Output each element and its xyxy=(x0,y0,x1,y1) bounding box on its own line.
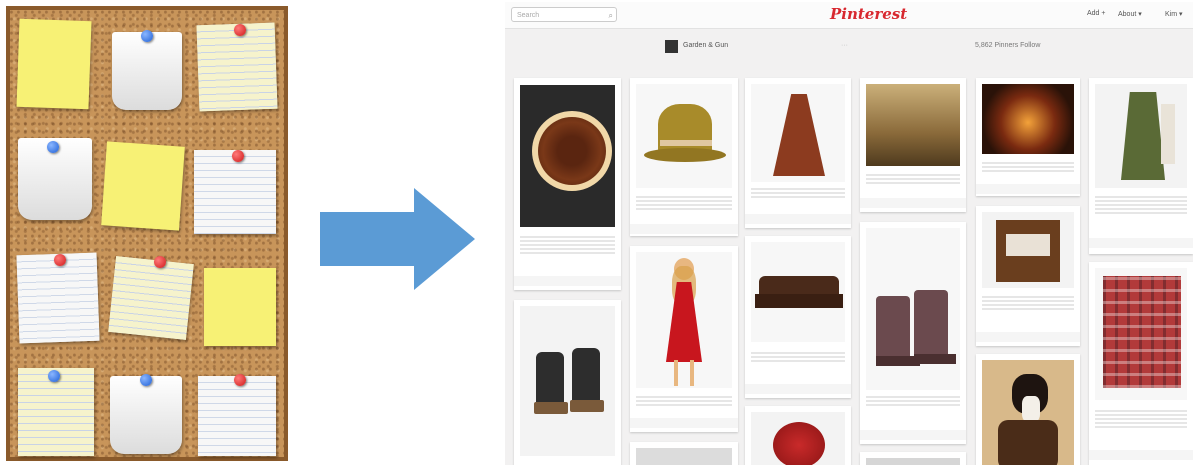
pin-caption xyxy=(866,172,960,184)
right-arrow-icon xyxy=(320,188,475,290)
pin-image-sofa xyxy=(751,242,845,342)
blue-pushpin-icon xyxy=(47,141,59,153)
red-pushpin-icon xyxy=(54,254,66,266)
pin-card[interactable] xyxy=(1089,262,1193,465)
pin-footer xyxy=(630,224,738,234)
pin-image-dog xyxy=(982,360,1074,465)
pin-card[interactable] xyxy=(860,452,966,465)
pin-caption xyxy=(1095,408,1187,430)
pin-card[interactable] xyxy=(976,206,1080,346)
paper-note xyxy=(110,376,182,454)
pin-image-hat xyxy=(636,84,732,188)
profile-stats: 5,862 Pinners Follow xyxy=(975,42,1041,49)
pin-footer xyxy=(630,418,738,428)
sticky-note xyxy=(16,18,92,110)
pin-card[interactable] xyxy=(745,236,851,398)
profile-name[interactable]: Garden & Gun xyxy=(683,42,728,49)
pin-footer xyxy=(976,332,1080,342)
pin-image-red-dress xyxy=(636,252,732,388)
pin-footer xyxy=(860,430,966,440)
lined-note xyxy=(16,252,100,344)
pin-footer xyxy=(1089,238,1193,248)
top-bar: Search ⌕ Pinterest Add + About ▾ Kim ▾ xyxy=(505,2,1193,29)
pin-card[interactable] xyxy=(630,246,738,432)
pin-card[interactable] xyxy=(976,354,1080,465)
pin-card[interactable] xyxy=(630,442,738,465)
corkboard xyxy=(6,6,288,461)
red-pushpin-icon xyxy=(234,374,246,386)
pin-image-cape xyxy=(751,84,845,182)
pin-image-landscape xyxy=(866,84,960,166)
nav-add[interactable]: Add + xyxy=(1087,10,1106,17)
search-placeholder: Search xyxy=(517,12,540,19)
blue-pushpin-icon xyxy=(141,30,153,42)
pin-footer xyxy=(1089,450,1193,460)
pin-footer xyxy=(514,276,621,286)
pin-card[interactable] xyxy=(860,222,966,444)
profile-bar: Garden & Gun ··· 5,862 Pinners Follow xyxy=(505,36,1193,60)
pin-caption xyxy=(751,350,845,364)
nav-user[interactable]: Kim ▾ xyxy=(1165,10,1183,18)
pin-footer xyxy=(976,184,1080,194)
pin-image-vest xyxy=(1095,84,1187,188)
search-input[interactable]: Search ⌕ xyxy=(511,7,617,22)
lined-note xyxy=(198,376,276,456)
pin-image-ankle-boots xyxy=(866,228,960,390)
profile-meta: ··· xyxy=(841,42,848,49)
red-pushpin-icon xyxy=(232,150,244,162)
pin-card[interactable] xyxy=(745,406,851,465)
pin-caption xyxy=(636,394,732,406)
pin-caption xyxy=(1095,194,1187,216)
pin-image xyxy=(866,458,960,465)
pin-caption xyxy=(520,234,615,256)
pin-caption xyxy=(751,186,845,200)
pin-caption xyxy=(982,160,1074,172)
pin-caption xyxy=(866,394,960,408)
paper-note xyxy=(112,32,182,110)
pin-image-frame xyxy=(982,212,1074,288)
lined-note xyxy=(108,256,194,340)
sticky-note xyxy=(204,268,276,346)
pin-image-flowers xyxy=(751,412,845,465)
lined-note xyxy=(196,22,278,112)
pin-image-boots xyxy=(636,448,732,465)
pinterest-page: Search ⌕ Pinterest Add + About ▾ Kim ▾ G… xyxy=(505,2,1193,465)
pin-caption xyxy=(982,294,1074,310)
pin-card[interactable] xyxy=(630,78,738,236)
pin-footer xyxy=(745,384,851,394)
pin-card[interactable] xyxy=(745,78,851,228)
nav-about[interactable]: About ▾ xyxy=(1118,10,1142,18)
pin-card[interactable] xyxy=(1089,78,1193,254)
pin-card[interactable] xyxy=(976,78,1080,196)
lined-note xyxy=(194,150,276,234)
pin-image-rain-boots xyxy=(520,306,615,456)
red-pushpin-icon xyxy=(154,256,166,268)
blue-pushpin-icon xyxy=(140,374,152,386)
pin-footer xyxy=(745,214,851,224)
search-icon: ⌕ xyxy=(608,11,613,20)
sticky-note xyxy=(101,141,185,231)
pin-footer xyxy=(860,198,966,208)
pin-image-fireplace xyxy=(982,84,1074,154)
pin-card[interactable] xyxy=(514,78,621,290)
red-pushpin-icon xyxy=(234,24,246,36)
pinterest-logo[interactable]: Pinterest xyxy=(830,5,907,23)
pin-caption xyxy=(636,194,732,210)
pin-card[interactable] xyxy=(860,78,966,212)
pin-image-plaid-shirt xyxy=(1095,268,1187,400)
avatar[interactable] xyxy=(665,40,678,53)
pin-card[interactable] xyxy=(514,300,621,465)
pin-image-pecan-pie xyxy=(520,85,615,227)
blue-pushpin-icon xyxy=(48,370,60,382)
